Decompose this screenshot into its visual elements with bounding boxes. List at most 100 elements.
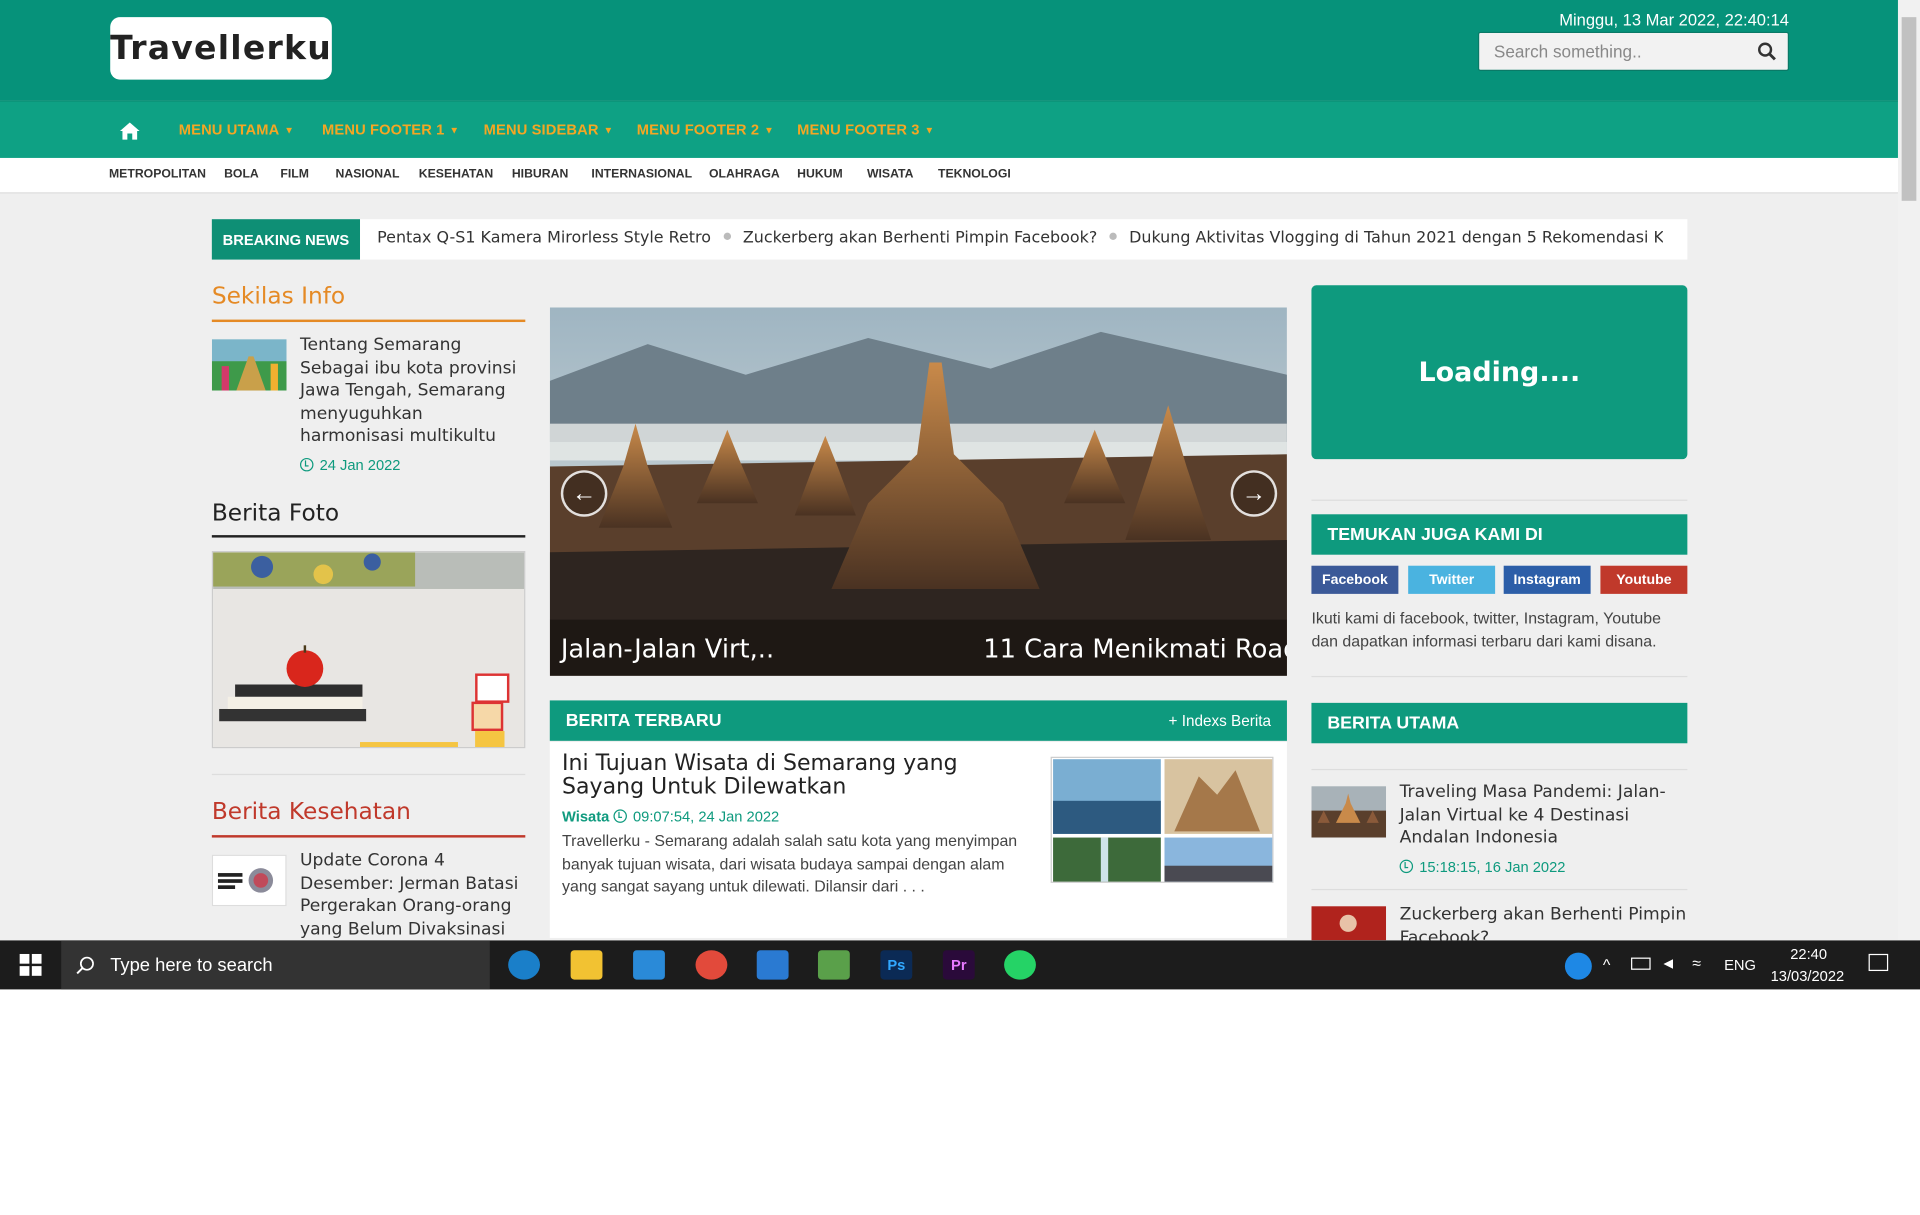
category-teknologi[interactable]: TEKNOLOGI [938,168,1011,181]
taskbar-time[interactable]: 22:40 [1790,945,1827,962]
breaking-news-ticker: Pentax Q-S1 Kamera Mirorless Style Retro… [377,229,1663,247]
latest-news-image[interactable] [1050,756,1274,883]
site-logo[interactable]: Travellerku [110,17,332,80]
chevron-down-icon: ▼ [924,124,935,136]
slider-caption-1[interactable]: Jalan-Jalan Virt,.. [561,634,774,663]
slider-prev-arrow-icon[interactable]: ← [560,470,608,517]
twitter-button[interactable]: Twitter [1408,565,1496,594]
divider [211,773,526,776]
kesehatan-thumbnail[interactable] [211,854,287,907]
language-indicator[interactable]: ENG [1724,956,1756,973]
kesehatan-item-text[interactable]: Update Corona 4 Desember: Jerman Batasi … [300,850,533,941]
volume-icon[interactable]: ◄ [1660,954,1676,972]
edge-icon[interactable] [508,950,541,980]
separator-dot [1109,232,1117,241]
sekilas-item-date: 24 Jan 2022 [300,457,400,474]
loading-widget: Loading.... [1311,285,1688,460]
taskbar-search[interactable]: Type here to search [61,940,490,990]
sekilas-thumbnail[interactable] [211,339,287,391]
slider-next-arrow-icon[interactable]: → [1230,470,1278,517]
category-film[interactable]: FILM [280,168,309,181]
home-icon[interactable] [119,120,141,142]
chevron-up-icon[interactable]: ^ [1603,955,1610,973]
help-icon[interactable] [1564,952,1592,980]
battery-icon[interactable] [1631,957,1651,970]
berita-terbaru-header: BERITA TERBARU + Indexs Berita [549,700,1287,741]
youtube-button[interactable]: Youtube [1600,565,1688,594]
whatsapp-icon[interactable] [1004,950,1036,980]
category-olahraga[interactable]: OLAHRAGA [709,168,780,181]
berita-terbaru-title: BERITA TERBARU [565,710,722,731]
clock-icon [1399,859,1414,874]
latest-news-card: Ini Tujuan Wisata di Semarang yang Sayan… [549,742,1287,938]
menu-utama[interactable]: MENU UTAMA ▼ [179,121,294,138]
category-internasional[interactable]: INTERNASIONAL [591,168,692,181]
category-nav: METROPOLITAN BOLA FILM NASIONAL KESEHATA… [0,157,1898,194]
search-input[interactable] [1479,33,1749,70]
chevron-down-icon: ▼ [449,124,460,136]
search-icon[interactable] [1757,42,1777,62]
category-hukum[interactable]: HUKUM [797,168,843,181]
clock-icon [613,809,627,823]
utama-item-2-title[interactable]: Zuckerberg akan Berhenti Pimpin Facebook… [1400,904,1688,941]
vscode-icon[interactable] [756,950,789,980]
utama-item-1-title[interactable]: Traveling Masa Pandemi: Jalan-Jalan Virt… [1400,781,1688,849]
utama-thumbnail-2[interactable] [1311,906,1387,941]
scrollbar-thumb[interactable] [1901,17,1917,201]
category-hiburan[interactable]: HIBURAN [512,168,568,181]
follow-text: Ikuti kami di facebook, twitter, Instagr… [1311,608,1661,650]
divider [1311,768,1688,771]
search-box [1477,31,1789,72]
mail-icon[interactable] [633,950,665,980]
divider [1311,499,1688,501]
breaking-item[interactable]: Dukung Aktivitas Vlogging di Tahun 2021 … [1129,229,1663,247]
premiere-icon[interactable]: Pr [942,950,975,980]
divider [211,319,526,323]
windows-start-icon[interactable] [19,953,42,976]
category-metropolitan[interactable]: METROPOLITAN [109,168,206,181]
instagram-button[interactable]: Instagram [1503,565,1591,594]
latest-news-category[interactable]: Wisata [562,808,609,825]
latest-news-title[interactable]: Ini Tujuan Wisata di Semarang yang Sayan… [562,752,1033,799]
chrome-icon[interactable] [695,950,728,980]
slider-caption-2[interactable]: 11 Cara Menikmati Road [983,634,1287,663]
breaking-item[interactable]: Pentax Q-S1 Kamera Mirorless Style Retro [377,229,711,247]
taskbar-search-label: Type here to search [110,954,273,976]
utama-thumbnail-1[interactable] [1311,786,1387,838]
berita-kesehatan-heading: Berita Kesehatan [211,798,411,826]
breaking-news-label: BREAKING NEWS [211,219,361,260]
category-wisata[interactable]: WISATA [867,168,913,181]
category-nasional[interactable]: NASIONAL [336,168,400,181]
header-datetime: Minggu, 13 Mar 2022, 22:40:14 [1559,11,1789,30]
notification-icon[interactable] [1868,953,1889,972]
indexs-berita-link[interactable]: + Indexs Berita [1168,712,1271,729]
site-header: Travellerku Minggu, 13 Mar 2022, 22:40:1… [0,0,1898,101]
menu-footer-3[interactable]: MENU FOOTER 3 ▼ [797,121,934,138]
featured-slider[interactable]: ← → Jalan-Jalan Virt,.. 11 Cara Menikmat… [549,307,1287,676]
divider [1311,888,1688,891]
category-kesehatan[interactable]: KESEHATAN [419,168,493,181]
sublime-icon[interactable] [817,950,850,980]
latest-news-excerpt: Travellerku - Semarang adalah salah satu… [562,831,1018,896]
clock-icon [300,457,314,472]
screen: Travellerku Minggu, 13 Mar 2022, 22:40:1… [0,0,1920,1215]
facebook-button[interactable]: Facebook [1311,565,1399,594]
menu-sidebar[interactable]: MENU SIDEBAR ▼ [484,121,614,138]
menu-footer-1[interactable]: MENU FOOTER 1 ▼ [322,121,459,138]
file-explorer-icon[interactable] [570,950,603,980]
sekilas-info-heading: Sekilas Info [211,282,346,310]
category-bola[interactable]: BOLA [224,168,259,181]
breaking-item[interactable]: Zuckerberg akan Berhenti Pimpin Facebook… [743,229,1097,247]
divider [211,835,526,838]
berita-foto-image[interactable] [211,551,526,749]
taskbar-date[interactable]: 13/03/2022 [1771,967,1845,984]
menu-footer-2[interactable]: MENU FOOTER 2 ▼ [637,121,774,138]
search-icon [76,956,94,975]
vertical-scrollbar[interactable] [1897,0,1920,941]
separator-dot [723,232,731,241]
network-icon[interactable]: ≈ [1692,954,1701,972]
chevron-down-icon: ▼ [603,124,614,136]
sekilas-item-text[interactable]: Tentang Semarang Sebagai ibu kota provin… [300,334,527,447]
main-menu: MENU UTAMA ▼ MENU FOOTER 1 ▼ MENU SIDEBAR ▼… [0,100,1898,158]
photoshop-icon[interactable]: Ps [880,950,913,980]
